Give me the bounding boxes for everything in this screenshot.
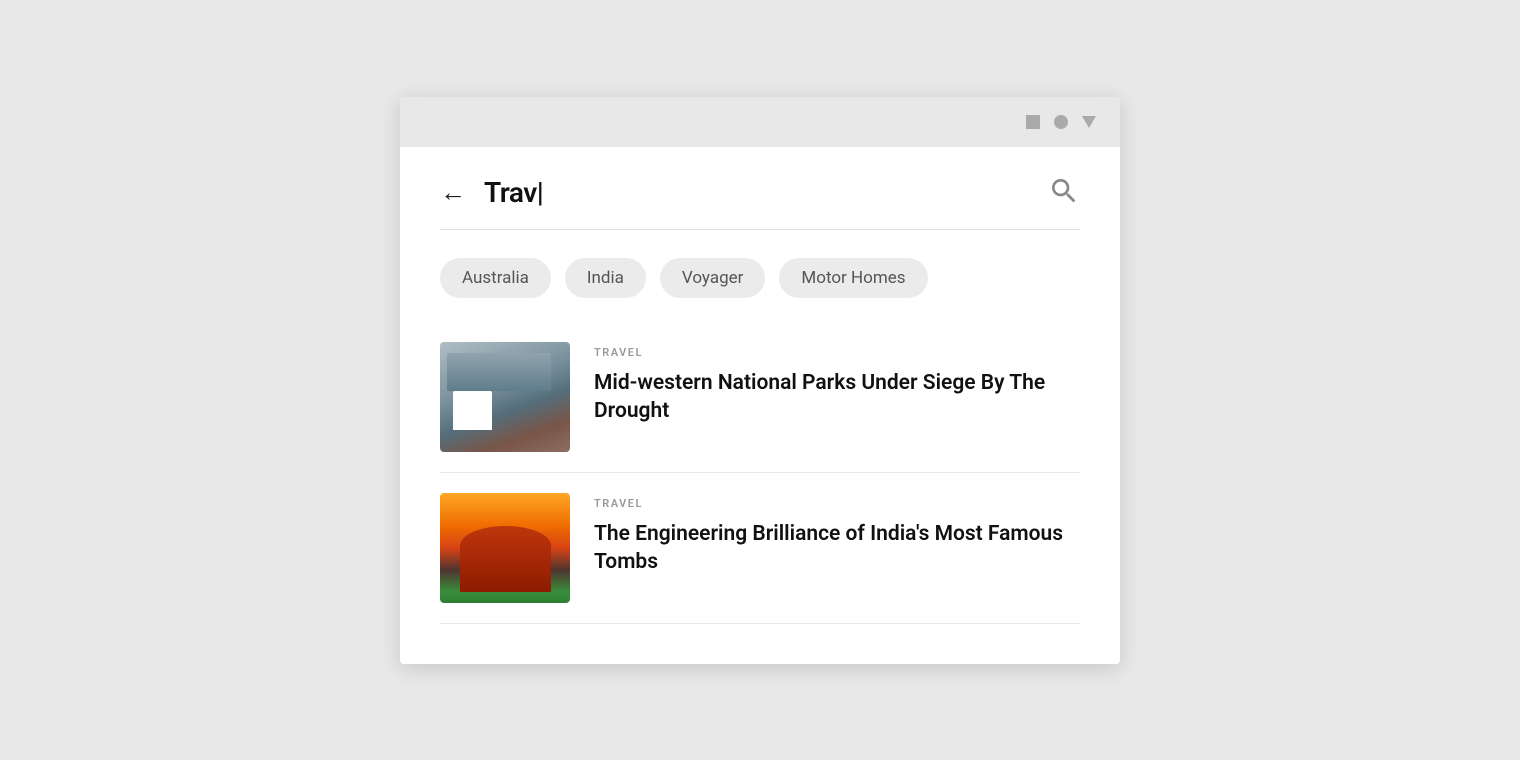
tag-australia[interactable]: Australia bbox=[440, 258, 551, 298]
article-meta-1: TRAVEL Mid-western National Parks Under … bbox=[594, 342, 1080, 426]
title-bar bbox=[400, 97, 1120, 147]
back-button[interactable]: ← bbox=[440, 180, 466, 206]
article-thumbnail-1 bbox=[440, 342, 570, 452]
triangle-icon bbox=[1082, 116, 1096, 128]
square-icon bbox=[1026, 115, 1040, 129]
circle-icon bbox=[1054, 115, 1068, 129]
articles-list: TRAVEL Mid-western National Parks Under … bbox=[440, 322, 1080, 664]
article-title-1: Mid-western National Parks Under Siege B… bbox=[594, 369, 1080, 426]
article-title-2: The Engineering Brilliance of India's Mo… bbox=[594, 520, 1080, 577]
phone-frame: ← Trav| Australia India Voyager Motor Ho… bbox=[400, 97, 1120, 664]
article-item[interactable]: TRAVEL Mid-western National Parks Under … bbox=[440, 322, 1080, 473]
article-item-partial bbox=[440, 624, 1080, 664]
article-thumbnail-2 bbox=[440, 493, 570, 603]
tags-row: Australia India Voyager Motor Homes bbox=[440, 230, 1080, 322]
tag-motor-homes[interactable]: Motor Homes bbox=[779, 258, 927, 298]
article-item[interactable]: TRAVEL The Engineering Brilliance of Ind… bbox=[440, 473, 1080, 624]
content-area: ← Trav| Australia India Voyager Motor Ho… bbox=[400, 147, 1120, 664]
search-input[interactable]: Trav| bbox=[484, 176, 1030, 209]
search-bar: ← Trav| bbox=[440, 147, 1080, 230]
article-meta-2: TRAVEL The Engineering Brilliance of Ind… bbox=[594, 493, 1080, 577]
tag-voyager[interactable]: Voyager bbox=[660, 258, 766, 298]
search-button[interactable] bbox=[1048, 175, 1080, 211]
article-category-1: TRAVEL bbox=[594, 346, 1080, 359]
tag-india[interactable]: India bbox=[565, 258, 646, 298]
article-category-2: TRAVEL bbox=[594, 497, 1080, 510]
